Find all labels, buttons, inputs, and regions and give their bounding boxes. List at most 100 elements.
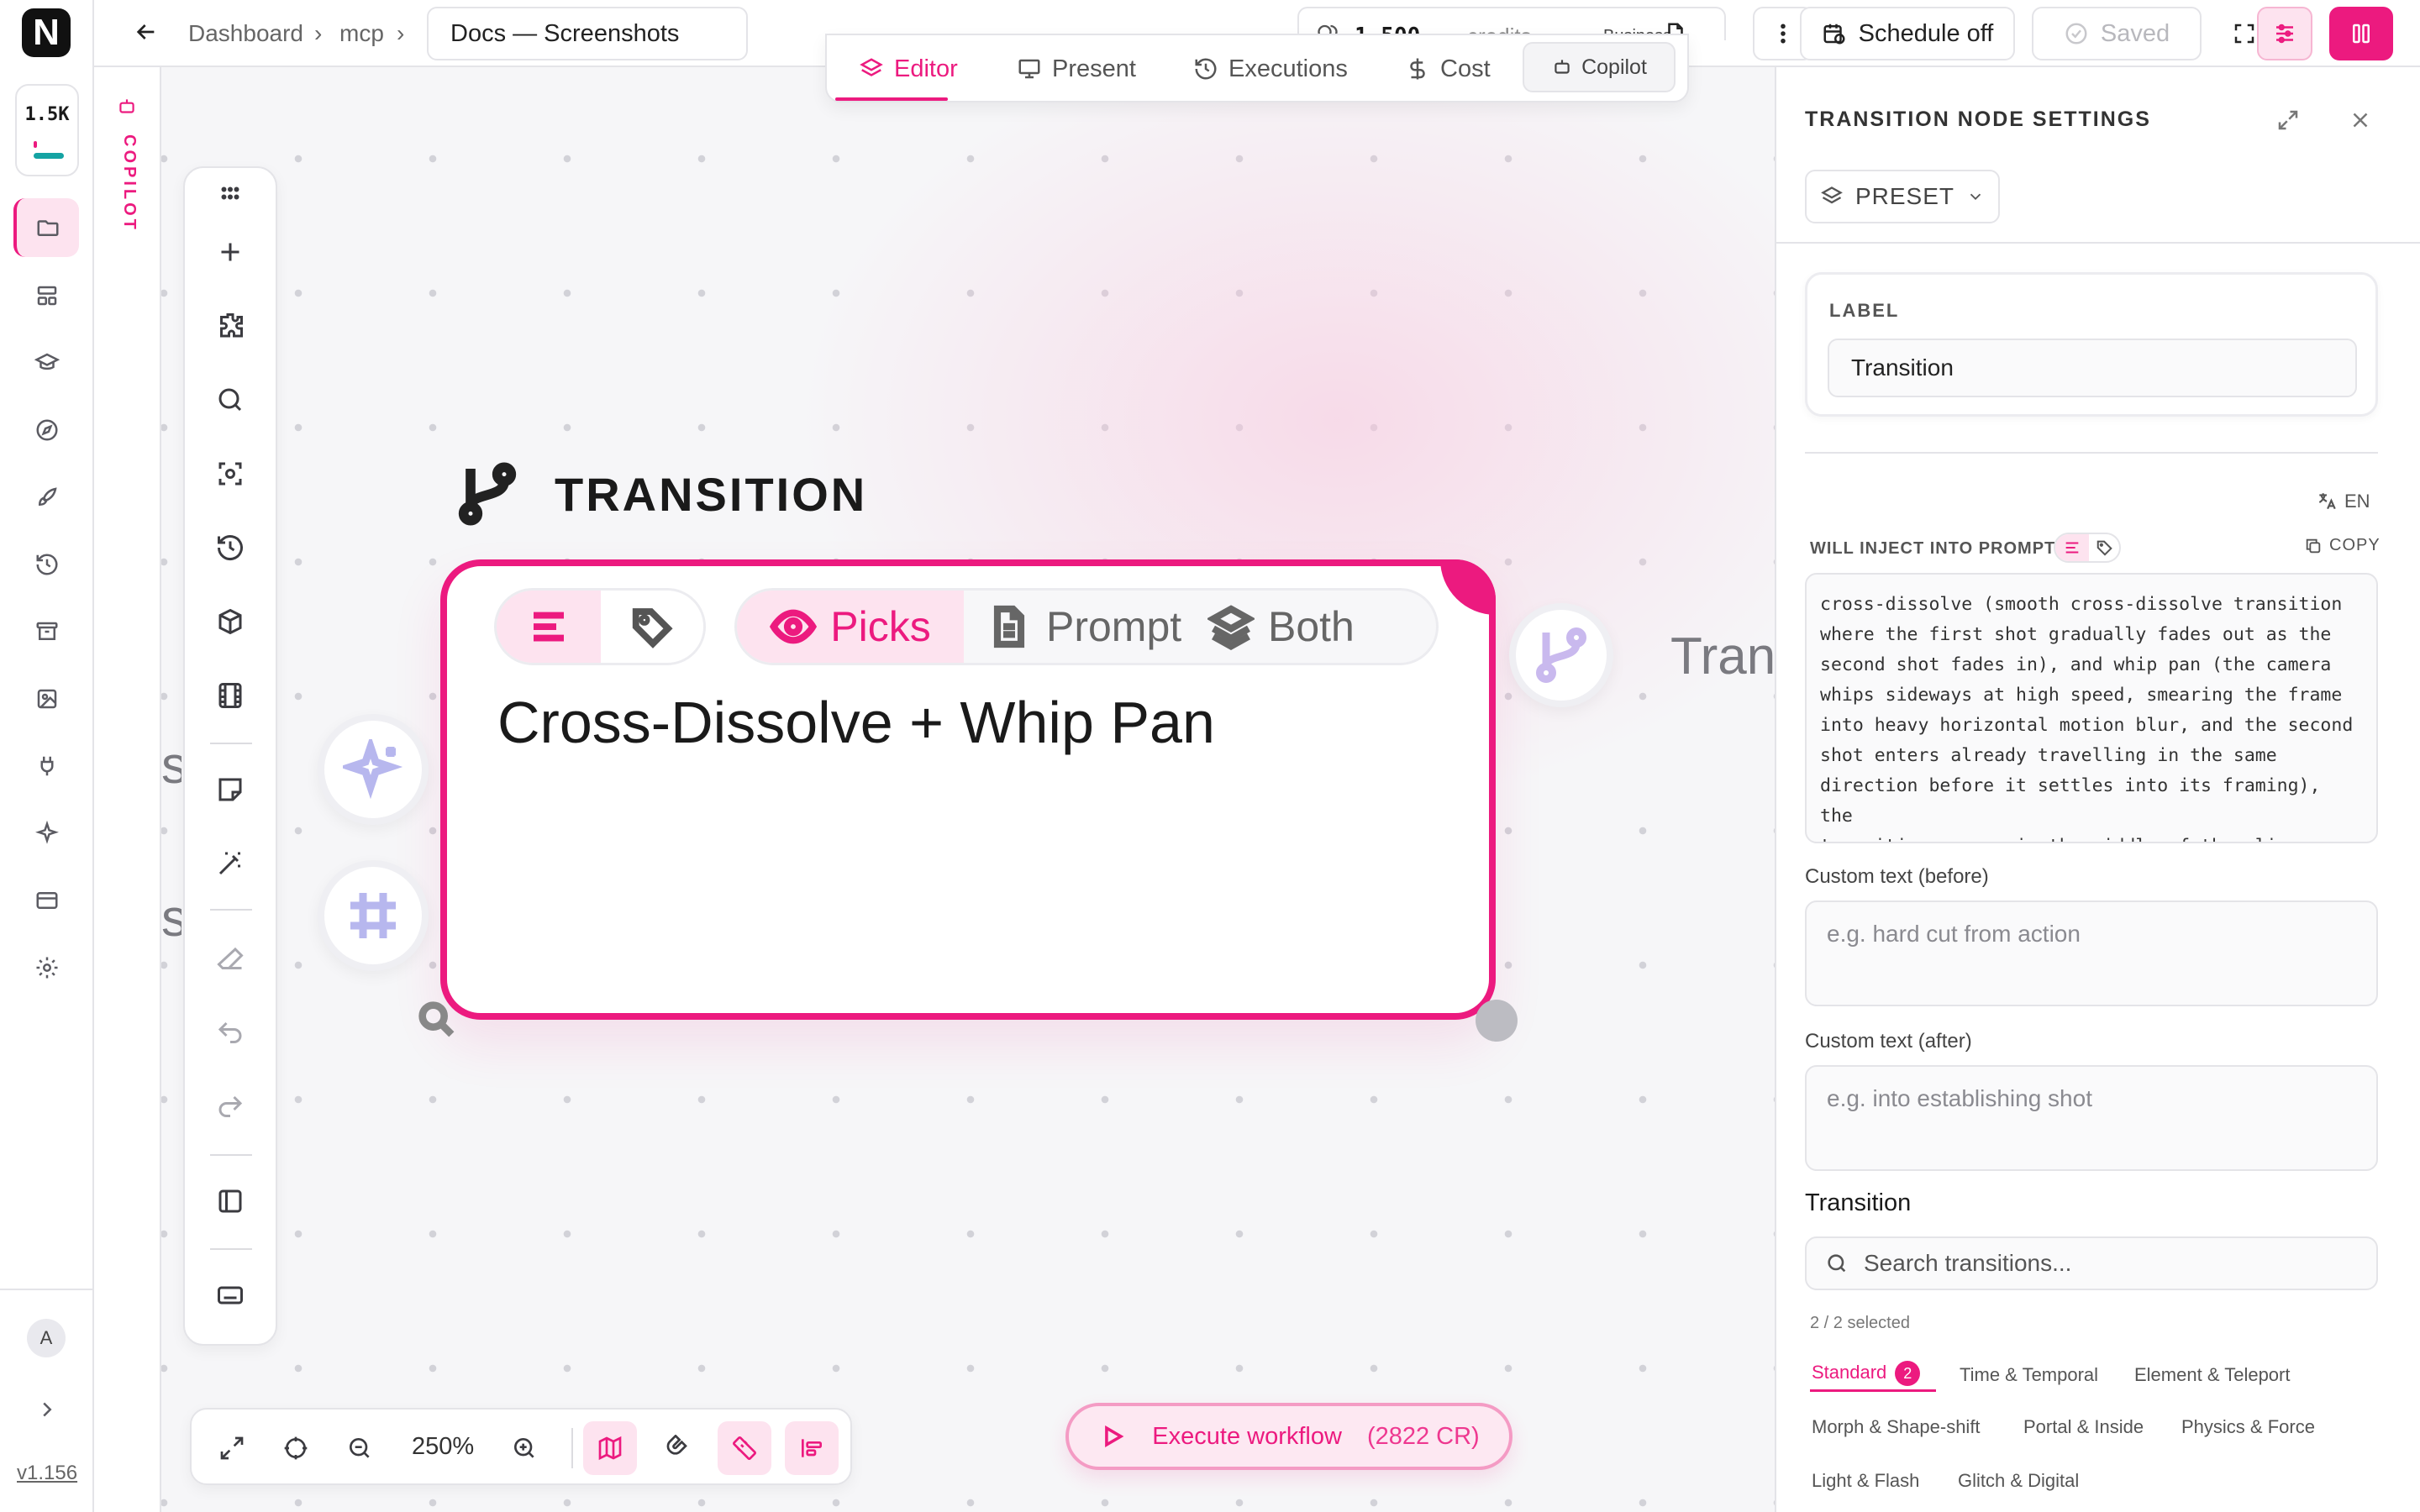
- zoom-in-icon[interactable]: [497, 1421, 551, 1475]
- node-mode-switch[interactable]: Picks Prompt Both: [734, 588, 1439, 665]
- copilot-toggle-button[interactable]: Copilot: [1523, 42, 1676, 92]
- mode-both-label: Both: [1268, 603, 1355, 650]
- copilot-rail-label[interactable]: COPILOT: [119, 134, 139, 233]
- ai-sparkle-button[interactable]: [318, 714, 429, 825]
- category-standard[interactable]: Standard 2: [1812, 1361, 1921, 1386]
- tab-present[interactable]: Present: [1017, 50, 1136, 87]
- align-icon[interactable]: [785, 1421, 839, 1475]
- tab-cost[interactable]: Cost: [1405, 50, 1491, 87]
- category-morph-shapeshift[interactable]: Morph & Shape-shift: [1812, 1416, 1981, 1438]
- crop-button[interactable]: [318, 860, 429, 971]
- inject-text-toggle[interactable]: [2055, 534, 2089, 561]
- next-node-handle[interactable]: [1509, 603, 1613, 707]
- history-icon[interactable]: [208, 526, 252, 570]
- rail-divider: [210, 1248, 252, 1250]
- nav-launch-icon[interactable]: [25, 475, 69, 519]
- category-physics-force[interactable]: Physics & Force: [2181, 1416, 2315, 1438]
- tag-icon: [2096, 540, 2112, 556]
- category-glitch-digital[interactable]: Glitch & Digital: [1958, 1470, 2079, 1492]
- add-node-icon[interactable]: [208, 230, 252, 274]
- node-value: Cross-Dissolve + Whip Pan: [497, 690, 1215, 755]
- expand-nav-chevron-icon[interactable]: [25, 1388, 69, 1431]
- custom-text-before-field[interactable]: e.g. hard cut from action: [1805, 900, 2378, 1006]
- custom-text-after-field[interactable]: e.g. into establishing shot: [1805, 1065, 2378, 1171]
- magic-wand-icon[interactable]: [208, 842, 252, 885]
- copy-button[interactable]: COPY: [2304, 536, 2381, 555]
- back-arrow-icon[interactable]: [133, 18, 160, 45]
- zoom-level[interactable]: 250%: [412, 1433, 474, 1461]
- schedule-label: Schedule off: [1858, 19, 1994, 47]
- close-icon[interactable]: [2348, 108, 2375, 134]
- mode-picks[interactable]: Picks: [737, 591, 964, 663]
- nav-billing-icon[interactable]: [25, 879, 69, 922]
- category-light-flash[interactable]: Light & Flash: [1812, 1470, 1919, 1492]
- nav-gallery-icon[interactable]: [25, 677, 69, 721]
- undo-icon[interactable]: [208, 1011, 252, 1055]
- mode-both[interactable]: Both: [1207, 591, 1355, 663]
- nav-plug-icon[interactable]: [25, 744, 69, 788]
- copilot-rail[interactable]: COPILOT: [94, 67, 161, 1512]
- snap-magnet-icon[interactable]: [650, 1421, 704, 1475]
- tab-editor[interactable]: Editor: [859, 50, 958, 87]
- label-input[interactable]: Transition: [1828, 339, 2357, 397]
- nav-archive-icon[interactable]: [25, 610, 69, 654]
- nav-history-icon[interactable]: [25, 543, 69, 586]
- redo-icon[interactable]: [208, 1085, 252, 1129]
- schedule-button[interactable]: Schedule off: [1800, 7, 2015, 60]
- resize-handle[interactable]: [1476, 1000, 1518, 1042]
- category-element-teleport[interactable]: Element & Teleport: [2134, 1364, 2290, 1386]
- nav-settings-icon[interactable]: [25, 946, 69, 990]
- category-time-temporal[interactable]: Time & Temporal: [1960, 1364, 2098, 1386]
- tab-executions[interactable]: Executions: [1193, 50, 1348, 87]
- drag-handle-icon[interactable]: [208, 171, 252, 215]
- preset-dropdown[interactable]: PRESET: [1805, 170, 2000, 223]
- nav-layout-icon[interactable]: [25, 274, 69, 318]
- panel-title: TRANSITION NODE SETTINGS: [1805, 108, 2151, 131]
- zoom-out-icon[interactable]: [333, 1421, 387, 1475]
- version-link[interactable]: v1.156: [17, 1462, 77, 1485]
- search-icon[interactable]: [208, 378, 252, 422]
- nav-explore-icon[interactable]: [25, 408, 69, 452]
- inject-preview: cross-dissolve (smooth cross-dissolve tr…: [1805, 573, 2378, 843]
- avatar[interactable]: A: [27, 1319, 66, 1357]
- execute-workflow-button[interactable]: Execute workflow (2822 CR): [1065, 1403, 1512, 1470]
- panels-toggle-icon[interactable]: [2329, 7, 2393, 60]
- inject-tag-toggle[interactable]: [2089, 534, 2119, 561]
- breadcrumb-mcp[interactable]: mcp: [339, 20, 384, 47]
- tag-view-toggle[interactable]: [601, 591, 703, 663]
- execute-cost: (2822 CR): [1366, 1422, 1480, 1450]
- language-toggle[interactable]: EN: [2316, 491, 2370, 512]
- node-view-toggle[interactable]: [494, 588, 706, 665]
- credits-widget[interactable]: 1.5K: [15, 84, 79, 176]
- nav-sparkles-icon[interactable]: [25, 811, 69, 855]
- minimap-icon[interactable]: [583, 1421, 637, 1475]
- film-icon[interactable]: [208, 674, 252, 717]
- expand-panel-icon[interactable]: [2275, 108, 2302, 134]
- node-search-icon[interactable]: [415, 998, 459, 1042]
- nav-learn-icon[interactable]: [25, 341, 69, 385]
- nav-projects-icon[interactable]: [13, 198, 79, 257]
- plugin-puzzle-icon[interactable]: [208, 304, 252, 348]
- layers-icon: [1207, 605, 1255, 650]
- sidebar-toggle-icon[interactable]: [208, 1179, 252, 1223]
- settings-sliders-icon[interactable]: [2257, 7, 2312, 60]
- app-logo[interactable]: N: [22, 8, 71, 57]
- ruler-icon[interactable]: [718, 1421, 771, 1475]
- zoom-to-fit-icon[interactable]: [208, 452, 252, 496]
- copilot-bot-icon[interactable]: [116, 96, 138, 118]
- inject-view-toggle[interactable]: [2054, 533, 2121, 563]
- mode-prompt[interactable]: Prompt: [986, 591, 1181, 663]
- tab-editor-label: Editor: [894, 55, 958, 82]
- transition-search-input[interactable]: Search transitions...: [1805, 1236, 2378, 1290]
- fit-view-icon[interactable]: [205, 1421, 259, 1475]
- package-icon[interactable]: [208, 600, 252, 643]
- keyboard-icon[interactable]: [208, 1273, 252, 1317]
- center-target-icon[interactable]: [269, 1421, 323, 1475]
- text-view-toggle[interactable]: [497, 591, 601, 663]
- sticky-note-icon[interactable]: [208, 768, 252, 811]
- category-portal-inside[interactable]: Portal & Inside: [2023, 1416, 2144, 1438]
- breadcrumb-dashboard[interactable]: Dashboard: [188, 20, 303, 47]
- eraser-icon[interactable]: [208, 937, 252, 981]
- doc-title-field[interactable]: Docs — Screenshots: [427, 7, 748, 60]
- git-branch-icon: [458, 462, 517, 526]
